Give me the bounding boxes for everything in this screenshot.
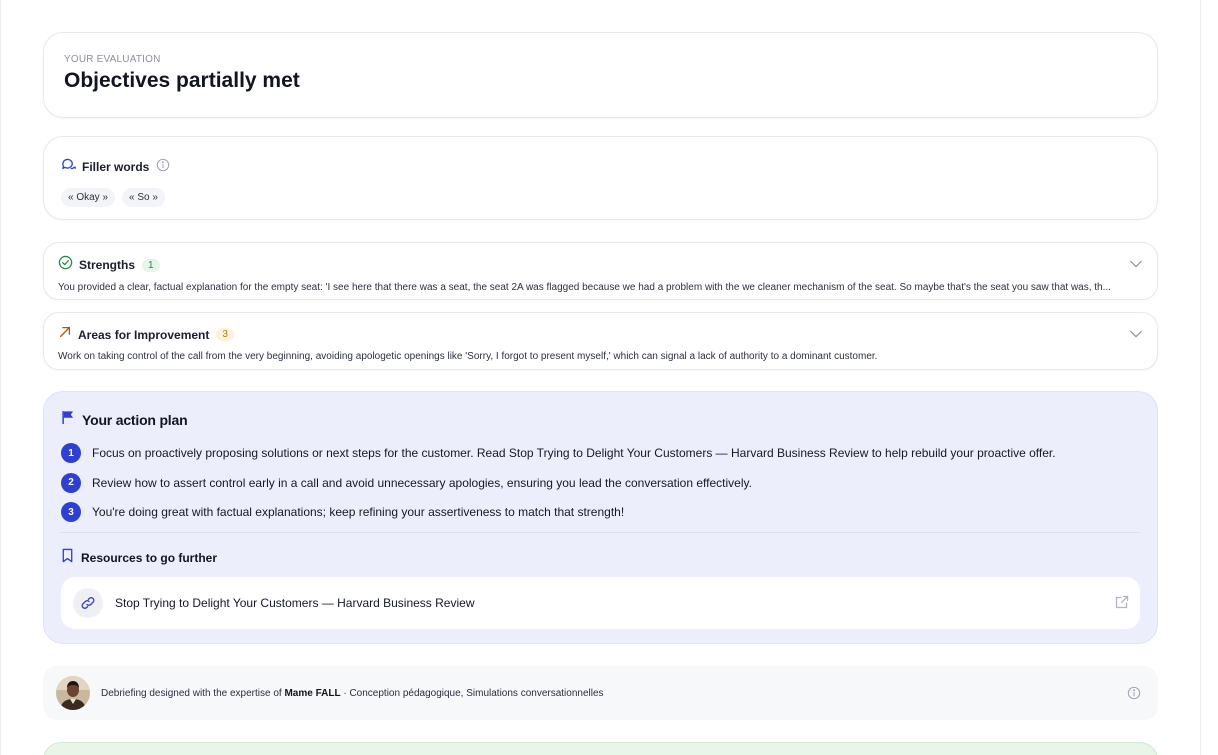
divider [61, 531, 1140, 533]
action-plan-panel: Your action plan 1 Focus on proactively … [43, 391, 1158, 644]
info-icon[interactable] [1127, 686, 1141, 705]
check-circle-icon [58, 255, 73, 275]
improvement-label: Areas for Improvement [78, 327, 210, 342]
debrief-text: Debriefing designed with the expertise o… [101, 687, 604, 699]
action-plan-title: Your action plan [82, 412, 188, 428]
strengths-count-badge: 1 [142, 258, 160, 272]
bookmark-icon [61, 548, 74, 568]
debrief-credit: Debriefing designed with the expertise o… [43, 666, 1158, 720]
action-step: 1 Focus on proactively proposing solutio… [61, 443, 1140, 463]
chevron-down-icon[interactable] [1129, 257, 1143, 276]
step-text: You're doing great with factual explanat… [92, 505, 625, 519]
action-step: 2 Review how to assert control early in … [61, 472, 1140, 493]
resource-link-card[interactable]: Stop Trying to Delight Your Customers — … [61, 576, 1140, 629]
improvement-section[interactable]: Areas for Improvement 3 Work on taking c… [43, 312, 1158, 370]
evaluation-kicker: YOUR EVALUATION [64, 54, 161, 65]
evaluation-card: YOUR EVALUATION Objectives partially met [43, 32, 1158, 118]
improvement-text: Work on taking control of the call from … [58, 351, 878, 362]
chevron-down-icon[interactable] [1129, 327, 1143, 346]
filler-words-label: Filler words [82, 160, 150, 174]
expert-name: Mame FALL [284, 687, 341, 699]
step-text: Review how to assert control early in a … [92, 475, 752, 490]
strengths-text: You provided a clear, factual explanatio… [58, 282, 1111, 293]
resource-link-text: Stop Trying to Delight Your Customers — … [115, 595, 475, 610]
resources-title: Resources to go further [81, 550, 218, 565]
improvement-count-badge: 3 [216, 328, 234, 341]
filler-chip: « So » [122, 188, 165, 207]
step-number: 3 [61, 502, 81, 522]
flag-icon [61, 410, 75, 430]
next-section-peek [43, 742, 1158, 755]
strengths-section[interactable]: Strengths 1 You provided a clear, factua… [43, 242, 1158, 300]
strengths-label: Strengths [79, 258, 136, 272]
step-text: Focus on proactively proposing solutions… [92, 446, 1056, 460]
action-step: 3 You're doing great with factual explan… [61, 502, 1140, 522]
info-icon[interactable] [156, 158, 170, 177]
link-icon [73, 587, 103, 618]
step-number: 1 [61, 443, 81, 463]
filler-chip: « Okay » [61, 188, 116, 207]
avatar [56, 676, 90, 710]
chat-bubbles-icon [61, 157, 76, 177]
arrow-up-right-icon [58, 325, 72, 344]
external-link-icon[interactable] [1114, 594, 1130, 615]
evaluation-title: Objectives partially met [64, 69, 300, 92]
filler-words-card: Filler words « Okay » « So » [43, 136, 1158, 220]
step-number: 2 [61, 472, 81, 493]
